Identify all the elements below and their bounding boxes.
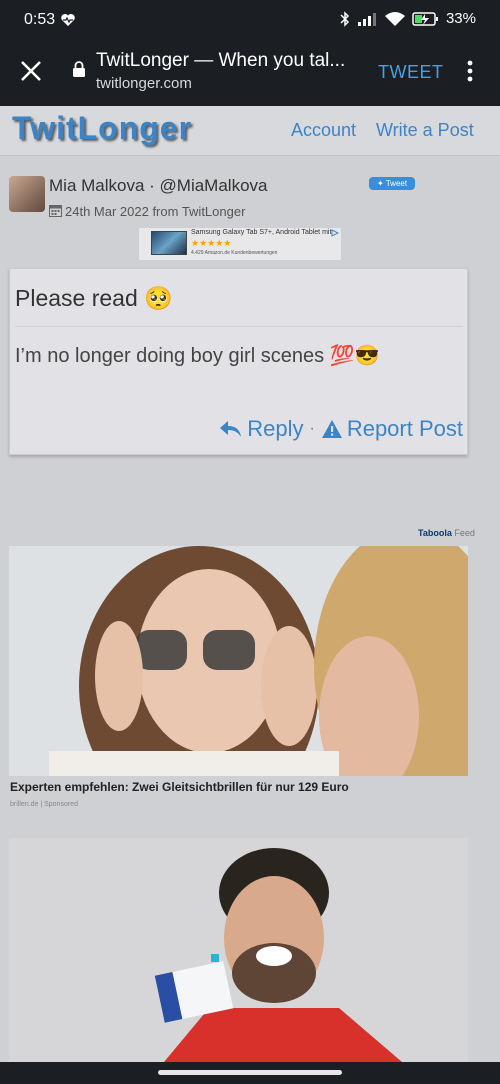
taboola-feed-suffix: Feed [454, 528, 475, 538]
status-bar: 0:53 33% [0, 0, 500, 42]
web-page: TwitLonger Account Write a Post Mia Malk… [0, 106, 500, 1062]
site-header: TwitLonger Account Write a Post [0, 106, 500, 156]
glasses-photo [9, 546, 468, 776]
banner-ad[interactable]: Samsung Galaxy Tab S7+, Android Tablet m… [139, 228, 341, 260]
post-body: I’m no longer doing boy girl scenes 💯😎 [15, 345, 380, 367]
post-heading: Please read 🥺 [15, 285, 173, 311]
post-divider [15, 326, 463, 327]
calendar-icon [49, 205, 62, 217]
twitter-bird-icon: ✦ [376, 179, 384, 188]
post-card: Please read 🥺 I’m no longer doing boy gi… [9, 268, 468, 455]
site-logo[interactable]: TwitLonger [12, 110, 192, 147]
battery-percent: 33% [445, 10, 476, 27]
sponsored-source[interactable]: brillen.de | Sponsored [10, 801, 78, 808]
wifi-icon [384, 11, 405, 26]
status-indicators: 33% [340, 10, 476, 27]
post-actions: Reply · Report Post [219, 416, 463, 442]
reply-arrow-icon[interactable] [219, 419, 243, 439]
action-separator: · [309, 420, 315, 437]
lock-icon [73, 61, 85, 77]
banner-ad-reviews: 4.429 Amazon.de Kundenbewertungen [191, 250, 278, 256]
rating-stars: ★★★★★ [191, 238, 232, 248]
browser-toolbar: TwitLonger — When you tal... twitlonger.… [0, 42, 500, 106]
author-name[interactable]: Mia Malkova · @MiaMalkova [49, 176, 267, 196]
warning-triangle-icon[interactable] [321, 419, 343, 439]
post-author-row: Mia Malkova · @MiaMalkova 24th Mar 2022 … [9, 176, 489, 226]
ad-choices-icon[interactable] [331, 229, 339, 237]
close-icon[interactable] [18, 58, 44, 84]
taboola-feed-label[interactable]: Taboola Feed [418, 528, 475, 538]
sponsored-image-glasses[interactable] [9, 546, 468, 776]
banner-ad-title: Samsung Galaxy Tab S7+, Android Tablet m… [191, 229, 332, 236]
avatar[interactable] [9, 176, 45, 212]
tablet-product-image [151, 231, 187, 255]
page-url[interactable]: twitlonger.com [96, 75, 192, 92]
reply-link[interactable]: Reply [247, 416, 303, 442]
sponsored-image-man[interactable] [9, 838, 468, 1062]
bluetooth-icon [340, 10, 350, 27]
man-with-box-photo [9, 838, 468, 1062]
overflow-menu-icon[interactable] [462, 58, 478, 84]
home-gesture-handle[interactable] [158, 1070, 342, 1075]
tweet-share-button[interactable]: ✦ Tweet [369, 177, 415, 190]
post-date: 24th Mar 2022 from TwitLonger [65, 204, 246, 219]
heart-pulse-icon [61, 14, 75, 26]
battery-charging-icon [412, 11, 438, 26]
tweet-action-button[interactable]: TWEET [378, 62, 444, 83]
system-navigation-bar [0, 1062, 500, 1084]
taboola-logo: Taboola [418, 528, 452, 538]
nav-write-post-link[interactable]: Write a Post [376, 120, 474, 141]
tweet-share-label: Tweet [385, 179, 408, 188]
status-time: 0:53 [24, 11, 56, 28]
report-post-link[interactable]: Report Post [347, 416, 463, 442]
sponsored-caption[interactable]: Experten empfehlen: Zwei Gleitsichtbrill… [10, 780, 349, 794]
signal-icon [357, 12, 376, 26]
nav-account-link[interactable]: Account [291, 120, 356, 141]
page-title[interactable]: TwitLonger — When you tal... [96, 50, 358, 72]
